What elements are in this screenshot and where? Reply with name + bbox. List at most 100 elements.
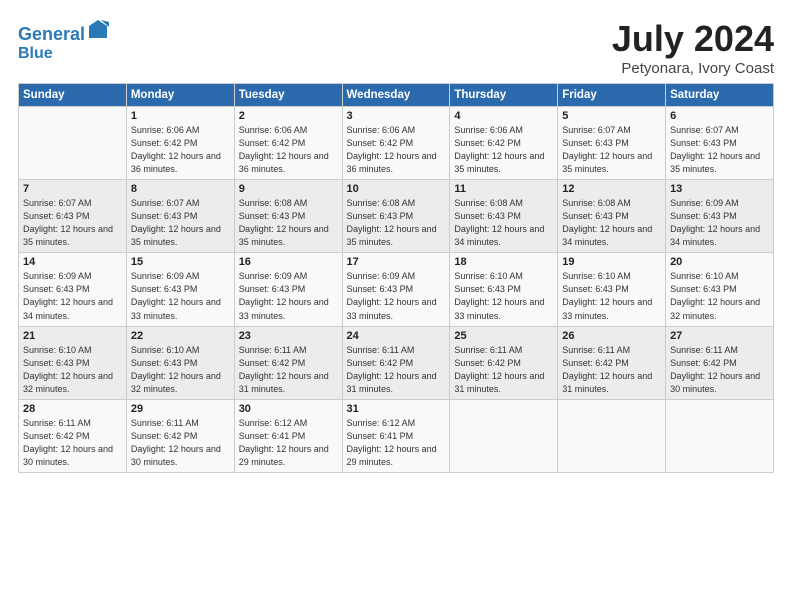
calendar-cell: 14Sunrise: 6:09 AM Sunset: 6:43 PM Dayli… [19,253,127,326]
calendar-cell: 1Sunrise: 6:06 AM Sunset: 6:42 PM Daylig… [126,107,234,180]
weekday-header-row: SundayMondayTuesdayWednesdayThursdayFrid… [19,84,774,107]
day-info: Sunrise: 6:08 AM Sunset: 6:43 PM Dayligh… [454,197,553,249]
day-number: 20 [670,256,769,268]
calendar-cell [558,399,666,472]
day-number: 30 [239,403,338,415]
day-number: 3 [347,110,446,122]
calendar-cell: 22 Sunrise: 6:10 AM Sunset: 6:43 PM Dayli… [126,326,234,399]
calendar-cell [19,107,127,180]
day-info: Sunrise: 6:11 AM Sunset: 6:42 PM Dayligh… [670,344,769,396]
calendar-cell: 15 Sunrise: 6:09 AM Sunset: 6:43 PM Dayli… [126,253,234,326]
calendar-cell: 17 Sunrise: 6:09 AM Sunset: 6:43 PM Dayli… [342,253,450,326]
day-number: 28 [23,403,122,415]
calendar-cell: 28 Sunrise: 6:11 AM Sunset: 6:42 PM Dayli… [19,399,127,472]
calendar-week-1: 1Sunrise: 6:06 AM Sunset: 6:42 PM Daylig… [19,107,774,180]
calendar-cell: 21 Sunrise: 6:10 AM Sunset: 6:43 PM Dayli… [19,326,127,399]
calendar-week-4: 21 Sunrise: 6:10 AM Sunset: 6:43 PM Dayli… [19,326,774,399]
logo: General Blue [18,18,109,62]
day-info: Sunrise: 6:10 AM Sunset: 6:43 PM Dayligh… [23,344,122,396]
day-info: Sunrise: 6:09 AM Sunset: 6:43 PM Dayligh… [347,270,446,322]
weekday-header-saturday: Saturday [666,84,774,107]
day-info: Sunrise: 6:10 AM Sunset: 6:43 PM Dayligh… [670,270,769,322]
day-info: Sunrise: 6:10 AM Sunset: 6:43 PM Dayligh… [131,344,230,396]
day-number: 2 [239,110,338,122]
calendar-table: SundayMondayTuesdayWednesdayThursdayFrid… [18,83,774,473]
day-info: Sunrise: 6:10 AM Sunset: 6:43 PM Dayligh… [454,270,553,322]
day-number: 27 [670,330,769,342]
weekday-header-monday: Monday [126,84,234,107]
title-block: July 2024 Petyonara, Ivory Coast [612,18,774,77]
calendar-cell: 11 Sunrise: 6:08 AM Sunset: 6:43 PM Dayli… [450,180,558,253]
day-info: Sunrise: 6:08 AM Sunset: 6:43 PM Dayligh… [239,197,338,249]
day-number: 18 [454,256,553,268]
calendar-week-5: 28 Sunrise: 6:11 AM Sunset: 6:42 PM Dayli… [19,399,774,472]
day-info: Sunrise: 6:10 AM Sunset: 6:43 PM Dayligh… [562,270,661,322]
calendar-cell: 3 Sunrise: 6:06 AM Sunset: 6:42 PM Daylig… [342,107,450,180]
day-info: Sunrise: 6:11 AM Sunset: 6:42 PM Dayligh… [131,417,230,469]
weekday-header-sunday: Sunday [19,84,127,107]
calendar-cell [666,399,774,472]
calendar-cell: 10Sunrise: 6:08 AM Sunset: 6:43 PM Dayli… [342,180,450,253]
calendar-cell: 9 Sunrise: 6:08 AM Sunset: 6:43 PM Daylig… [234,180,342,253]
weekday-header-wednesday: Wednesday [342,84,450,107]
calendar-week-2: 7Sunrise: 6:07 AM Sunset: 6:43 PM Daylig… [19,180,774,253]
weekday-header-thursday: Thursday [450,84,558,107]
calendar-cell: 8Sunrise: 6:07 AM Sunset: 6:43 PM Daylig… [126,180,234,253]
day-number: 10 [347,183,446,195]
day-number: 17 [347,256,446,268]
calendar-cell: 12 Sunrise: 6:08 AM Sunset: 6:43 PM Dayli… [558,180,666,253]
day-number: 21 [23,330,122,342]
calendar-cell: 20 Sunrise: 6:10 AM Sunset: 6:43 PM Dayli… [666,253,774,326]
calendar-cell: 24 Sunrise: 6:11 AM Sunset: 6:42 PM Dayli… [342,326,450,399]
calendar-cell: 26Sunrise: 6:11 AM Sunset: 6:42 PM Dayli… [558,326,666,399]
day-info: Sunrise: 6:09 AM Sunset: 6:43 PM Dayligh… [131,270,230,322]
day-number: 15 [131,256,230,268]
day-number: 22 [131,330,230,342]
calendar-cell: 27 Sunrise: 6:11 AM Sunset: 6:42 PM Dayli… [666,326,774,399]
calendar-cell: 4 Sunrise: 6:06 AM Sunset: 6:42 PM Daylig… [450,107,558,180]
day-number: 12 [562,183,661,195]
day-number: 7 [23,183,122,195]
calendar-cell: 2 Sunrise: 6:06 AM Sunset: 6:42 PM Daylig… [234,107,342,180]
day-number: 13 [670,183,769,195]
day-info: Sunrise: 6:08 AM Sunset: 6:43 PM Dayligh… [562,197,661,249]
day-info: Sunrise: 6:11 AM Sunset: 6:42 PM Dayligh… [347,344,446,396]
day-info: Sunrise: 6:06 AM Sunset: 6:42 PM Dayligh… [239,124,338,176]
weekday-header-tuesday: Tuesday [234,84,342,107]
calendar-cell: 23Sunrise: 6:11 AM Sunset: 6:42 PM Dayli… [234,326,342,399]
calendar-cell: 5Sunrise: 6:07 AM Sunset: 6:43 PM Daylig… [558,107,666,180]
day-number: 14 [23,256,122,268]
calendar-cell: 31Sunrise: 6:12 AM Sunset: 6:41 PM Dayli… [342,399,450,472]
day-number: 26 [562,330,661,342]
day-info: Sunrise: 6:11 AM Sunset: 6:42 PM Dayligh… [239,344,338,396]
logo-blue: Blue [18,45,109,63]
calendar-cell: 30 Sunrise: 6:12 AM Sunset: 6:41 PM Dayli… [234,399,342,472]
calendar-cell [450,399,558,472]
day-info: Sunrise: 6:11 AM Sunset: 6:42 PM Dayligh… [454,344,553,396]
calendar-cell: 16 Sunrise: 6:09 AM Sunset: 6:43 PM Dayli… [234,253,342,326]
day-number: 9 [239,183,338,195]
calendar-week-3: 14 Sunrise: 6:09 AM Sunset: 6:43 PM Dayli… [19,253,774,326]
logo-icon [87,18,109,40]
day-info: Sunrise: 6:09 AM Sunset: 6:43 PM Dayligh… [239,270,338,322]
logo-text: General [18,18,109,45]
day-number: 16 [239,256,338,268]
day-info: Sunrise: 6:06 AM Sunset: 6:42 PM Dayligh… [347,124,446,176]
day-number: 8 [131,183,230,195]
day-number: 19 [562,256,661,268]
day-info: Sunrise: 6:07 AM Sunset: 6:43 PM Dayligh… [562,124,661,176]
day-number: 6 [670,110,769,122]
calendar-cell: 6Sunrise: 6:07 AM Sunset: 6:43 PM Daylig… [666,107,774,180]
day-number: 31 [347,403,446,415]
location-title: Petyonara, Ivory Coast [612,60,774,77]
day-info: Sunrise: 6:11 AM Sunset: 6:42 PM Dayligh… [23,417,122,469]
day-info: Sunrise: 6:09 AM Sunset: 6:43 PM Dayligh… [670,197,769,249]
day-number: 4 [454,110,553,122]
day-info: Sunrise: 6:12 AM Sunset: 6:41 PM Dayligh… [239,417,338,469]
day-info: Sunrise: 6:06 AM Sunset: 6:42 PM Dayligh… [454,124,553,176]
day-number: 29 [131,403,230,415]
day-number: 11 [454,183,553,195]
calendar-cell: 29 Sunrise: 6:11 AM Sunset: 6:42 PM Dayli… [126,399,234,472]
day-info: Sunrise: 6:06 AM Sunset: 6:42 PM Dayligh… [131,124,230,176]
day-number: 24 [347,330,446,342]
